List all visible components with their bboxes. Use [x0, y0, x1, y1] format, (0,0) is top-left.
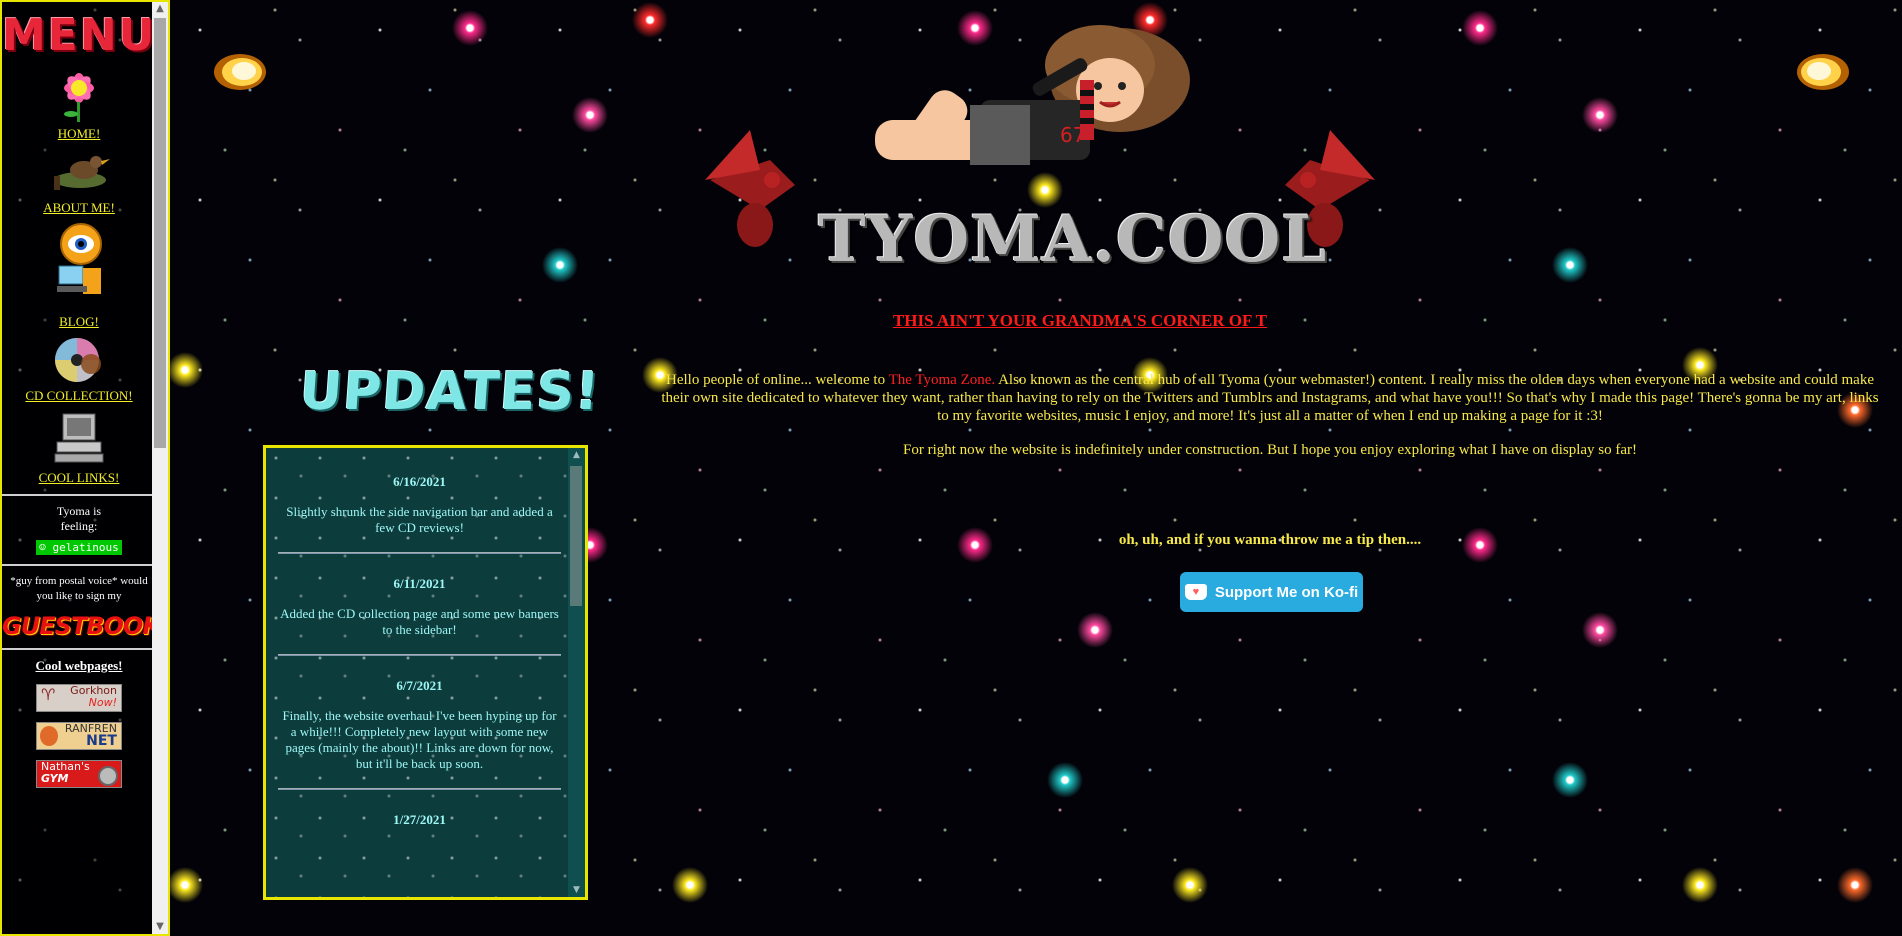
scroll-down-icon[interactable]: ▼	[568, 883, 585, 897]
intro-paragraph-1: Hello people of online... welcome to The…	[660, 371, 1880, 425]
star-glow	[1172, 867, 1208, 903]
star-glow	[1582, 97, 1618, 133]
updates-title: UPDATES!	[297, 362, 602, 422]
eye-computer-icon[interactable]	[49, 220, 109, 312]
update-text: Added the CD collection page and some ne…	[280, 606, 559, 637]
update-entry: 6/16/2021 Slightly shrunk the side navig…	[278, 474, 561, 554]
intro-text: Hello people of online... welcome to The…	[660, 371, 1880, 475]
update-date: 1/27/2021	[393, 812, 446, 827]
button-gorkhon-now[interactable]: ♈ Gorkhon Now!	[36, 684, 122, 712]
star-glow	[1077, 612, 1113, 648]
divider	[278, 654, 561, 656]
button-label: NET	[86, 733, 117, 749]
button-label: Now!	[88, 696, 117, 709]
update-entry: 6/11/2021 Added the CD collection page a…	[278, 576, 561, 656]
update-text: Slightly shrunk the side navigation bar …	[286, 504, 553, 535]
kofi-support-button[interactable]: ♥ Support Me on Ko-fi	[1180, 572, 1363, 612]
status-value: gelatinous	[52, 541, 119, 554]
sidebar: MENU HOME! ABOUT ME! BLOG! CD COLLECTION…	[0, 0, 170, 936]
intro-paragraph-2: For right now the website is indefinitel…	[902, 442, 1638, 458]
fireball-right-icon	[1797, 54, 1849, 90]
menu-title: MENU	[2, 10, 157, 61]
star-glow	[167, 867, 203, 903]
star-glow	[452, 10, 488, 46]
star-glow	[672, 867, 708, 903]
scrollbar-thumb[interactable]	[570, 466, 582, 606]
nav-link-about[interactable]: ABOUT ME!	[2, 200, 156, 216]
scroll-up-icon[interactable]: ▲	[152, 2, 168, 16]
star-glow	[1552, 247, 1588, 283]
update-entry: 1/27/2021	[278, 812, 561, 828]
star-glow	[542, 247, 578, 283]
star-glow	[1047, 762, 1083, 798]
nav-link-blog[interactable]: BLOG!	[2, 314, 156, 330]
updates-scrollbar[interactable]: ▲ ▼	[568, 448, 585, 897]
scroll-down-icon[interactable]: ▼	[152, 920, 168, 934]
star-glow	[572, 97, 608, 133]
fireball-left-icon	[214, 54, 266, 90]
update-date: 6/7/2021	[396, 678, 443, 693]
bird-icon[interactable]	[44, 146, 114, 198]
kofi-button-label: Support Me on Ko-fi	[1214, 583, 1359, 601]
tagline: THIS AIN'T YOUR GRANDMA'S CORNER OF T	[892, 311, 1268, 330]
status-label: Tyoma is feeling:	[56, 504, 102, 533]
cd-icon[interactable]	[49, 334, 109, 386]
status-badge: ☺ gelatinous	[36, 540, 122, 555]
nav-link-home[interactable]: HOME!	[2, 126, 156, 142]
tip-text: oh, uh, and if you wanna throw me a tip …	[1118, 532, 1422, 548]
star-glow	[1462, 10, 1498, 46]
scrollbar-thumb[interactable]	[154, 18, 166, 448]
button-nathans-gym[interactable]: Nathan's GYM	[36, 760, 122, 788]
divider	[2, 648, 156, 650]
kofi-cup-icon: ♥	[1184, 584, 1207, 600]
star-glow	[957, 527, 993, 563]
flower-icon[interactable]	[51, 64, 107, 124]
update-text: Finally, the website overhaul I've been …	[282, 708, 557, 771]
divider	[2, 494, 156, 496]
divider	[278, 552, 561, 554]
star-glow	[1682, 867, 1718, 903]
site-title: TYOMA.COOL	[818, 202, 1328, 277]
status-emoji-icon: ☺	[39, 541, 46, 554]
button-label: GYM	[41, 772, 69, 785]
site-zone-name: The Tyoma Zone.	[888, 372, 996, 388]
scroll-up-icon[interactable]: ▲	[568, 448, 585, 462]
guestbook-prompt: *guy from postal voice* would you like t…	[10, 575, 148, 602]
dragon-left-icon	[705, 130, 795, 247]
updates-panel[interactable]: 6/16/2021 Slightly shrunk the side navig…	[263, 445, 588, 900]
gorkhon-logo-icon: ♈	[41, 685, 56, 704]
dumbbell-icon	[98, 766, 118, 786]
star-glow	[632, 2, 668, 38]
star-glow	[167, 352, 203, 388]
divider	[278, 788, 561, 790]
update-date: 6/11/2021	[393, 576, 446, 591]
nav-link-cd-collection[interactable]: CD COLLECTION!	[2, 388, 156, 404]
update-entry: 6/7/2021 Finally, the website overhaul I…	[278, 678, 561, 790]
ranfren-avatar-icon	[40, 726, 58, 746]
intro-text-start: Hello people of online... welcome to	[666, 372, 889, 388]
cool-webpages-title: Cool webpages!	[35, 658, 123, 673]
button-ranfren-net[interactable]: RANFREN NET	[36, 722, 122, 750]
update-date: 6/16/2021	[393, 474, 446, 489]
updates-list: 6/16/2021 Slightly shrunk the side navig…	[266, 448, 585, 828]
guestbook-button[interactable]: GUESTBOOK?	[2, 612, 168, 640]
star-glow	[1552, 762, 1588, 798]
divider	[2, 564, 156, 566]
star-glow	[1582, 612, 1618, 648]
computer-icon[interactable]	[49, 408, 109, 468]
nav-link-cool-links[interactable]: COOL LINKS!	[2, 470, 156, 486]
star-glow	[1837, 867, 1873, 903]
sidebar-scrollbar[interactable]: ▲ ▼	[152, 2, 168, 934]
